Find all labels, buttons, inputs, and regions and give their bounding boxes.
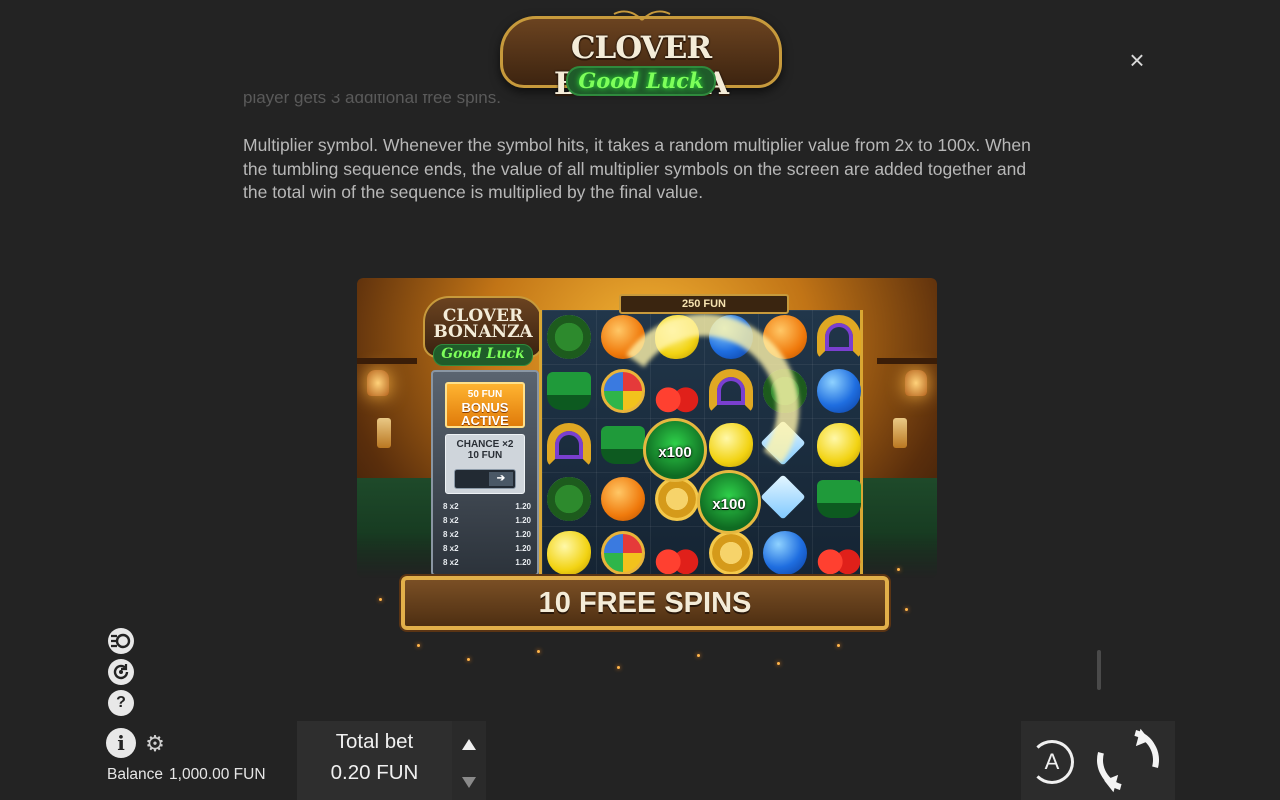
- increase-bet-button[interactable]: [452, 725, 486, 761]
- watermelon-icon: [547, 315, 591, 359]
- arrow-right-icon: ➔: [489, 472, 513, 486]
- total-bet-value: 0.20 FUN: [330, 761, 419, 784]
- logo-subtitle: Good Luck: [578, 68, 704, 93]
- previous-paragraph-tail: player gets 3 additional free spins.: [243, 88, 501, 107]
- paytable-combo: 8 x2: [443, 530, 459, 539]
- chance-toggle: ➔: [454, 469, 516, 489]
- balance-display: Balance 1,000.00 FUN: [107, 766, 266, 784]
- autoplay-button[interactable]: A: [1021, 721, 1083, 800]
- spark: [417, 644, 420, 647]
- diamond-icon: [760, 474, 806, 520]
- chance-amount: 10 FUN: [467, 450, 503, 461]
- horseshoe-icon: [817, 315, 861, 359]
- paytable-combo: 8 x2: [443, 516, 459, 525]
- spin-arrows-icon: [1085, 717, 1171, 800]
- spark: [467, 658, 470, 661]
- coin-stack-icon: [111, 633, 131, 649]
- paytable-combo: 8 x2: [443, 502, 459, 511]
- autoplay-letter: A: [1044, 749, 1060, 774]
- watermelon-icon: [547, 477, 591, 521]
- orange-icon: [601, 477, 645, 521]
- history-icon[interactable]: [108, 659, 134, 685]
- spark: [379, 598, 382, 601]
- paytable-combo: 8 x2: [443, 544, 459, 553]
- help-icon[interactable]: ?: [108, 690, 134, 716]
- multiplier-description: Multiplier symbol. Whenever the symbol h…: [243, 135, 1031, 203]
- free-spins-banner: 10 FREE SPINS: [401, 576, 889, 630]
- scrollbar[interactable]: [1097, 650, 1101, 690]
- balance-value: 1,000.00 FUN: [169, 766, 266, 783]
- mini-logo-title: CLOVER BONANZA: [433, 306, 533, 342]
- decrease-bet-button[interactable]: [452, 763, 486, 799]
- shelf: [877, 358, 937, 364]
- gear-icon[interactable]: ⚙: [144, 733, 166, 755]
- cherries-icon: [817, 531, 861, 575]
- paytable-row: 8 x2 1.20: [443, 500, 531, 514]
- chance-box: CHANCE ×2 10 FUN ➔: [445, 434, 525, 494]
- multiplier-pot-symbol: x100: [697, 470, 761, 534]
- spark: [905, 608, 908, 611]
- paytable-value: 1.20: [515, 544, 531, 553]
- spark: [837, 644, 840, 647]
- paytable-row: 8 x2 1.20: [443, 542, 531, 556]
- lamp-icon: [905, 370, 927, 396]
- leprechaun-hat-icon: [547, 372, 591, 410]
- spark: [697, 654, 700, 657]
- bonus-active-box: 50 FUN BONUS ACTIVE: [445, 382, 525, 428]
- win-banner: 250 FUN: [619, 294, 789, 314]
- lamp-icon: [367, 370, 389, 396]
- paytable-row: 8 x2 1.20: [443, 528, 531, 542]
- plum-icon: [763, 531, 807, 575]
- bonus-side-panel: 50 FUN BONUS ACTIVE CHANCE ×2 10 FUN ➔ 8…: [431, 370, 539, 576]
- paytable-value: 1.20: [515, 530, 531, 539]
- history-icon: [113, 664, 129, 680]
- paytable-row: 8 x2 1.20: [443, 514, 531, 528]
- glass-icon: [893, 418, 907, 448]
- spin-button[interactable]: [1083, 717, 1175, 800]
- leprechaun-hat-icon: [817, 480, 861, 518]
- plum-icon: [817, 369, 861, 413]
- paytable-value: 1.20: [515, 502, 531, 511]
- chance-label: CHANCE ×2: [456, 439, 514, 450]
- total-bet-label: Total bet: [335, 730, 414, 753]
- spark: [537, 650, 540, 653]
- free-spins-illustration: CLOVER BONANZA Good Luck 50 FUN BONUS AC…: [357, 278, 937, 688]
- paytable-value: 1.20: [515, 516, 531, 525]
- spark: [897, 568, 900, 571]
- lemon-icon: [817, 423, 861, 467]
- shelf: [357, 358, 417, 364]
- horseshoe-icon: [547, 423, 591, 467]
- mini-game-logo: CLOVER BONANZA Good Luck: [421, 288, 547, 370]
- paytable-value: 1.20: [515, 558, 531, 567]
- mini-logo-subtitle: Good Luck: [441, 346, 525, 362]
- paytable-combo: 8 x2: [443, 558, 459, 567]
- multiplier-pot-symbol: x100: [643, 418, 707, 482]
- bonus-label: BONUS ACTIVE: [461, 400, 509, 428]
- coin-stack-icon[interactable]: [108, 628, 134, 654]
- spark: [617, 666, 620, 669]
- game-logo: CLOVER BONANZA Good Luck: [500, 8, 782, 102]
- paytable: 8 x2 1.20 8 x2 1.20 8 x2 1.20 8 x2 1.20 8 x2…: [443, 500, 531, 570]
- spark: [777, 662, 780, 665]
- bet-stepper: [452, 721, 486, 800]
- close-button[interactable]: ×: [1123, 46, 1151, 74]
- total-bet-box[interactable]: Total bet 0.20 FUN: [297, 721, 452, 800]
- balance-label: Balance: [107, 766, 164, 783]
- clover-coin-icon: [709, 531, 753, 575]
- cherries-icon: [655, 531, 699, 575]
- four-leaf-clover-icon: [601, 531, 645, 575]
- lemon-icon: [547, 531, 591, 575]
- paytable-row: 8 x2 1.20: [443, 556, 531, 570]
- leaf-ornament-icon: [613, 10, 671, 21]
- info-icon[interactable]: i: [106, 728, 136, 758]
- glass-icon: [377, 418, 391, 448]
